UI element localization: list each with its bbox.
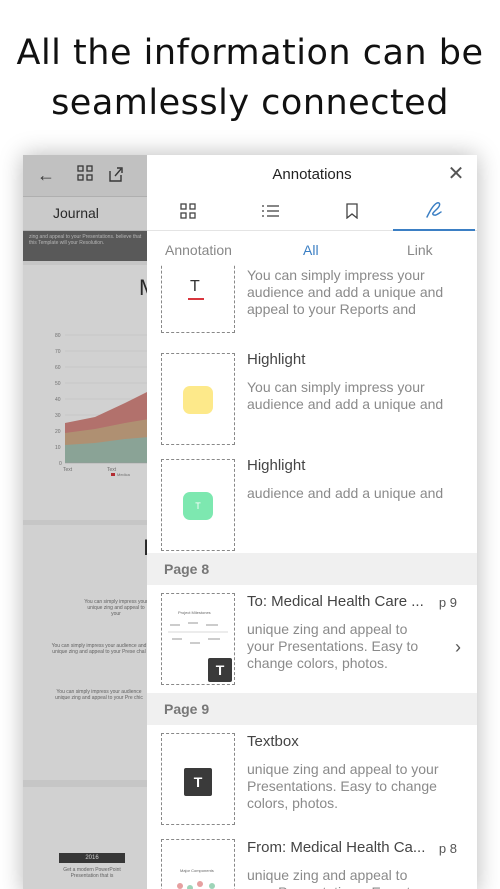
list-item[interactable]: T Textbox unique zing and appeal to your… <box>147 725 477 829</box>
headline: All the information can be seamlessly co… <box>0 28 500 128</box>
dim-overlay <box>23 155 149 889</box>
list-icon <box>261 204 279 223</box>
annotation-page: p 9 <box>438 595 457 610</box>
textbox-badge: T <box>184 768 212 796</box>
annotation-text: You can simply impress your audience and… <box>247 267 444 317</box>
annotation-thumbnail: T <box>161 733 235 825</box>
section-header-page-9: Page 9 <box>147 693 477 725</box>
icon-tabbar <box>147 195 477 231</box>
grid-icon <box>180 202 196 224</box>
close-icon[interactable]: ✕ <box>445 163 467 185</box>
text-tool-icon: T <box>190 278 200 295</box>
document-view: ← Journal zing and appeal to your Presen… <box>23 155 157 889</box>
annotation-thumbnail: Major Components <box>161 839 235 889</box>
annotation-thumbnail <box>161 353 235 445</box>
panel-header: Annotations ✕ <box>147 155 477 195</box>
annotation-title: From: Medical Health Ca... <box>247 839 426 856</box>
underline-mark <box>188 298 204 300</box>
annotation-page: p 8 <box>438 841 457 856</box>
headline-line-2: seamlessly connected <box>51 83 449 123</box>
chevron-right-icon[interactable]: › <box>455 637 461 658</box>
highlight-swatch <box>183 386 213 414</box>
textbox-badge: T <box>208 658 232 682</box>
annotation-thumbnail: T <box>161 459 235 551</box>
annotation-title: To: Medical Health Care ... <box>247 593 424 610</box>
annotation-thumbnail: Project Milestones T <box>161 593 235 685</box>
list-item[interactable]: T Highlight audience and add a unique an… <box>147 453 477 557</box>
annotation-title: Textbox <box>247 733 299 750</box>
annotation-text: unique zing and appeal to your Presentat… <box>247 761 439 811</box>
tab-outline[interactable] <box>229 195 311 231</box>
device-screen: ← Journal zing and appeal to your Presen… <box>23 155 477 889</box>
section-label: Page 8 <box>164 561 210 577</box>
panel-title: Annotations <box>272 166 352 183</box>
annotation-text: You can simply impress your audience and… <box>247 379 444 412</box>
section-header-page-8: Page 8 <box>147 553 477 585</box>
list-item[interactable]: Major Components From: Medical Health Ca… <box>147 831 477 889</box>
annotation-text: unique zing and appeal to your Presentat… <box>247 621 419 671</box>
filter-annotation[interactable]: Annotation <box>165 242 232 258</box>
highlight-swatch: T <box>183 492 213 520</box>
bookmark-icon <box>346 202 358 224</box>
pen-icon <box>425 201 443 224</box>
section-label: Page 9 <box>164 701 210 717</box>
annotations-panel: Annotations ✕ Annotation All Link T You … <box>147 155 477 889</box>
tab-thumbnails[interactable] <box>147 195 229 231</box>
annotation-list: T You can simply impress your audience a… <box>147 265 477 889</box>
tab-bookmarks[interactable] <box>311 195 393 231</box>
list-item[interactable]: T You can simply impress your audience a… <box>147 265 477 345</box>
thumb-title: Major Components <box>180 868 214 873</box>
annotation-text: unique zing and appeal to your Presentat… <box>247 867 418 889</box>
annotation-title: Highlight <box>247 351 306 368</box>
annotation-title: Highlight <box>247 457 306 474</box>
filter-link[interactable]: Link <box>407 242 433 258</box>
annotation-thumbnail: T <box>161 265 235 333</box>
thumb-title: Project Milestones <box>178 610 211 615</box>
filter-all[interactable]: All <box>303 242 319 258</box>
headline-line-1: All the information can be <box>16 33 484 73</box>
list-item[interactable]: Highlight You can simply impress your au… <box>147 347 477 451</box>
list-item[interactable]: Project Milestones T To: Medical Health … <box>147 585 477 689</box>
tab-annotations[interactable] <box>393 195 475 231</box>
annotation-text: audience and add a unique and <box>247 485 444 501</box>
